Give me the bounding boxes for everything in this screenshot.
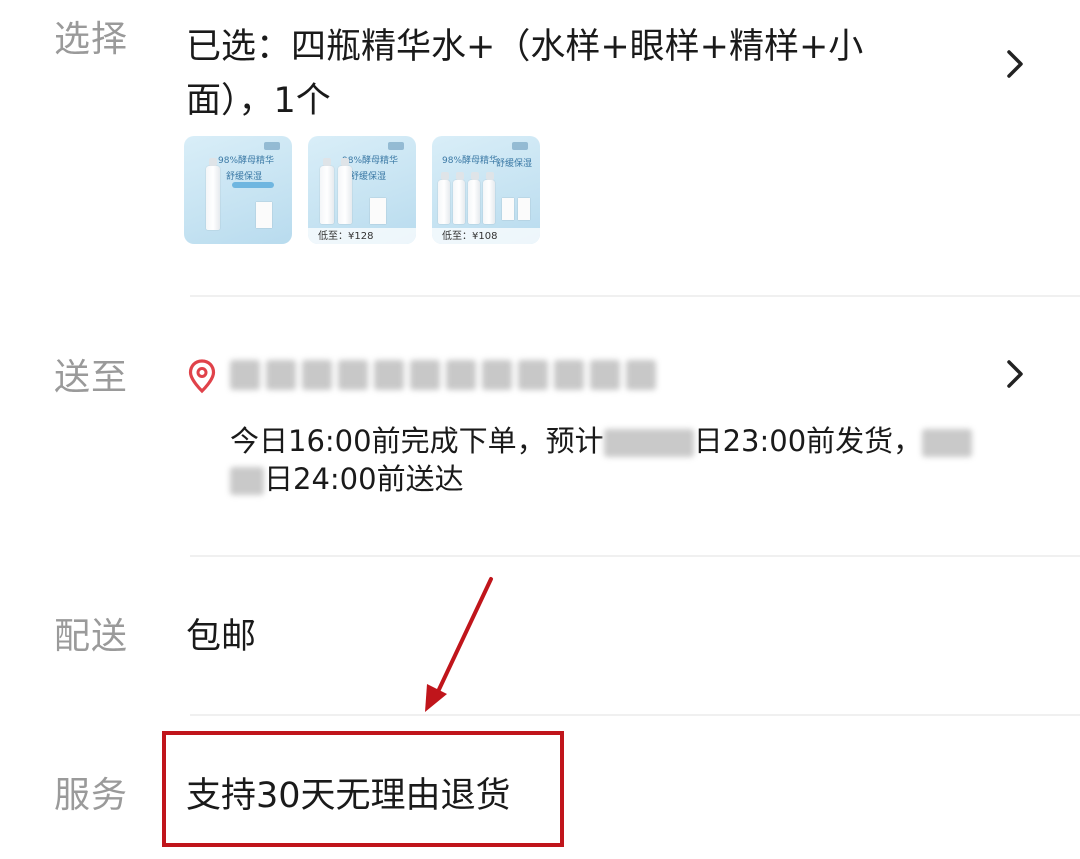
spec-thumbnail[interactable]: 98%酵母精华 舒缓保湿 低至：¥108	[432, 136, 540, 244]
deliver-to-label: 送至	[54, 357, 129, 398]
shipping-row: 配送	[0, 560, 1080, 715]
bottle-image	[468, 172, 480, 224]
date-redacted	[230, 467, 264, 495]
box-image	[370, 198, 386, 224]
chevron-right-icon[interactable]	[1000, 44, 1030, 84]
chevron-right-icon[interactable]	[1000, 354, 1030, 394]
divider	[190, 555, 1080, 557]
date-redacted	[922, 429, 973, 457]
box-image	[518, 198, 530, 220]
eta-text-part3: 日24:00前送达	[264, 462, 464, 496]
bottle-image	[338, 158, 352, 224]
divider	[190, 714, 1080, 716]
bottle-image	[438, 172, 450, 224]
shipping-label: 配送	[54, 616, 129, 657]
brand-logo-icon	[512, 142, 528, 150]
shipping-value: 包邮	[186, 617, 257, 657]
bottle-image	[483, 172, 495, 224]
bottle-image	[206, 158, 220, 230]
thumbnail-subline: 舒缓保湿	[350, 172, 387, 182]
eta-text-part2: 日23:00前发货，	[693, 424, 923, 458]
brand-logo-icon	[264, 142, 280, 150]
spec-thumbnail[interactable]: 98%酵母精华 舒缓保湿	[184, 136, 292, 244]
select-label: 选择	[54, 19, 129, 60]
thumbnail-price: 低至：¥128	[318, 231, 374, 242]
select-row[interactable]: 选择 已选：四瓶精华水+（水样+眼样+精样+小面），1个 98%酵母精华 舒缓保…	[0, 0, 1080, 296]
annotation-highlight-box	[162, 731, 564, 847]
eta-text-part1: 今日16:00前完成下单，预计	[230, 424, 604, 458]
location-pin-icon	[186, 358, 218, 394]
box-image	[502, 198, 514, 220]
thumbnail-pill	[232, 182, 274, 188]
thumbnail-price: 低至：¥108	[442, 231, 498, 242]
bottle-image	[320, 158, 334, 224]
thumbnail-subline: 舒缓保湿	[496, 159, 533, 169]
selected-spec-text: 已选：四瓶精华水+（水样+眼样+精样+小面），1个	[186, 27, 864, 121]
box-image	[256, 202, 272, 228]
brand-logo-icon	[388, 142, 404, 150]
divider	[190, 295, 1080, 297]
spec-thumbnails: 98%酵母精华 舒缓保湿 98%酵母精华 舒缓保湿 低至：¥128 98%酵母精…	[184, 136, 540, 244]
product-detail-page: 选择 已选：四瓶精华水+（水样+眼样+精样+小面），1个 98%酵母精华 舒缓保…	[0, 0, 1080, 859]
service-label: 服务	[54, 775, 129, 816]
bottle-image	[453, 172, 465, 224]
thumbnail-headline: 98%酵母精华	[218, 156, 275, 166]
date-redacted	[603, 429, 694, 457]
thumbnail-subline: 舒缓保湿	[226, 172, 263, 182]
delivery-estimate: 今日16:00前完成下单，预计 日23:00前发货， 日24:00前送达	[230, 422, 1040, 498]
address-redacted	[230, 360, 660, 390]
spec-thumbnail[interactable]: 98%酵母精华 舒缓保湿 低至：¥128	[308, 136, 416, 244]
thumbnail-headline: 98%酵母精华	[442, 156, 499, 166]
